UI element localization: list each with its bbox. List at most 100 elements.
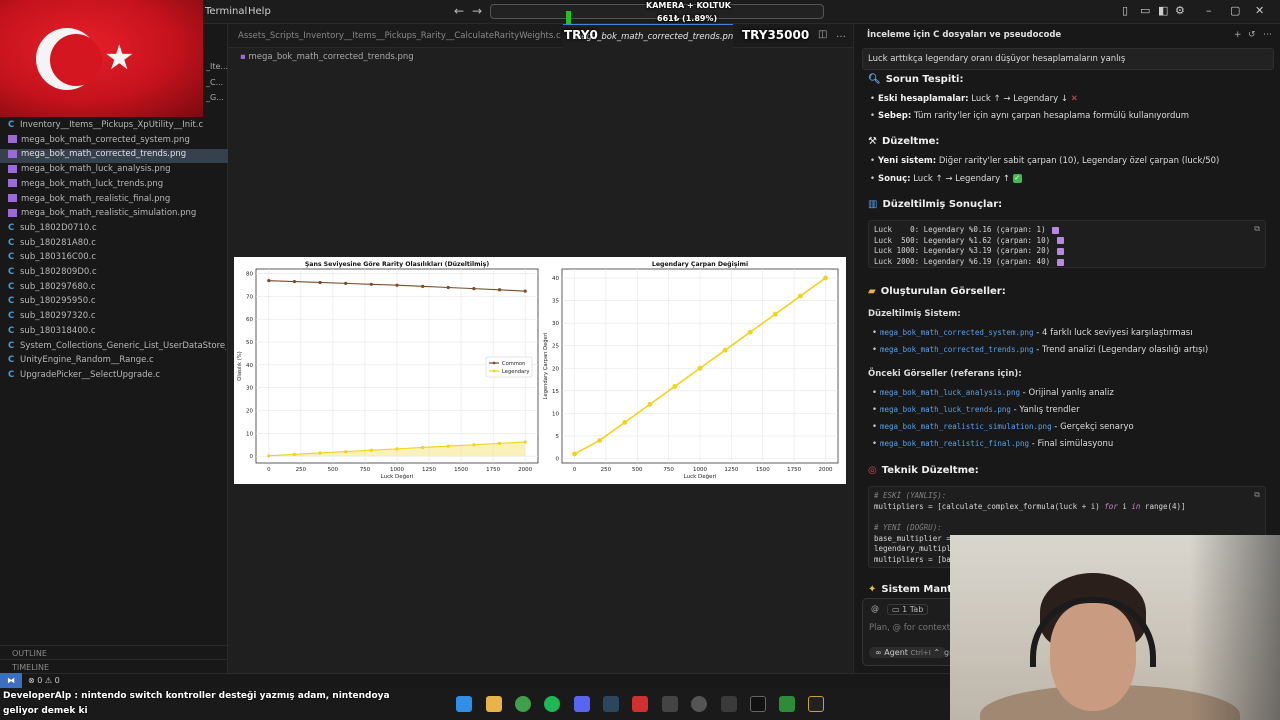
copy-icon[interactable]: ⧉: [1254, 224, 1260, 234]
explorer-item[interactable]: Csub_180318400.c: [8, 326, 226, 340]
maximize-icon[interactable]: ▢: [1230, 4, 1240, 17]
file-link[interactable]: mega_bok_math_luck_trends.png: [880, 405, 1011, 414]
toggle-panel-icon[interactable]: ▭: [1140, 4, 1150, 17]
layout-icon[interactable]: ◧: [1158, 4, 1168, 17]
file-link[interactable]: mega_bok_math_corrected_system.png: [880, 328, 1034, 337]
chart-icon: ▥: [868, 199, 878, 210]
donation-goal-title: KAMERA + KOLTUK: [646, 1, 732, 10]
cursor-app-icon[interactable]: [750, 696, 766, 712]
lightbulb-icon: ✦: [868, 584, 877, 595]
problems-counter[interactable]: ⊗ 0 ⚠ 0: [28, 676, 60, 685]
more-actions-icon[interactable]: …: [836, 29, 846, 40]
context-at-icon[interactable]: @: [871, 604, 879, 613]
chat-message-text: : nintendo switch kontroller desteği yaz…: [71, 691, 390, 701]
y-tick-label: 0: [250, 454, 254, 460]
breadcrumb-file[interactable]: mega_bok_math_corrected_trends.png: [248, 52, 413, 62]
data-point: [267, 454, 271, 458]
toggle-sidebar-icon[interactable]: ▯: [1122, 4, 1128, 17]
c-file-icon: C: [8, 355, 15, 366]
discord-icon[interactable]: [574, 696, 590, 712]
tab-context-chip[interactable]: ▭ 1 Tab: [887, 604, 929, 615]
obs-icon[interactable]: [691, 696, 707, 712]
remote-indicator-icon[interactable]: ⧓: [0, 673, 22, 688]
code-text: Luck 0: Legendary %0.16 (çarpan: 1): [874, 225, 1046, 234]
c-file-icon: C: [8, 296, 15, 307]
notepad-icon[interactable]: [779, 696, 795, 712]
explorer-item[interactable]: mega_bok_math_corrected_system.png: [8, 135, 226, 149]
code-text: i: [1117, 501, 1132, 511]
image-file-icon: [8, 164, 17, 173]
heading-text: Oluşturulan Görseller:: [880, 286, 1006, 297]
data-point: [572, 451, 577, 457]
explorer-item[interactable]: C System_Collections_Generic_List_UserDat…: [8, 341, 226, 355]
steam-icon[interactable]: [603, 696, 619, 712]
clipped-item[interactable]: _G...: [206, 93, 224, 102]
explorer-item-label: mega_bok_math_realistic_simulation.png: [21, 208, 197, 219]
tab-rarity-weights[interactable]: Assets_Scripts_Inventory__Items__Pickups…: [228, 24, 563, 48]
explorer-item[interactable]: mega_bok_math_luck_trends.png: [8, 179, 226, 193]
explorer-item[interactable]: mega_bok_math_corrected_trends.png: [0, 149, 228, 164]
app-red-icon[interactable]: [632, 696, 648, 712]
explorer-item[interactable]: Csub_180297320.c: [8, 311, 226, 325]
copy-icon[interactable]: ⧉: [1254, 490, 1260, 500]
file-link[interactable]: mega_bok_math_realistic_simulation.png: [880, 422, 1052, 431]
file-link[interactable]: mega_bok_math_realistic_final.png: [880, 439, 1029, 448]
webcam-feed: [950, 535, 1280, 720]
legend-marker: [492, 361, 496, 365]
clipped-item[interactable]: _C...: [206, 78, 223, 87]
clipped-item[interactable]: _Ite...: [206, 62, 228, 71]
minimize-icon[interactable]: –: [1206, 4, 1212, 17]
heading-text: Düzeltme:: [881, 136, 940, 147]
explorer-item[interactable]: mega_bok_math_realistic_final.png: [8, 194, 226, 208]
chat-username: DeveloperAlp: [3, 691, 72, 701]
explorer-item[interactable]: C UpgradePicker__SelectUpgrade.c: [8, 370, 226, 384]
chat-input-placeholder[interactable]: Plan, @ for context, /: [869, 623, 958, 633]
code-text: Luck 1000: Legendary %3.19 (çarpan: 20): [874, 246, 1051, 256]
c-file-icon: C: [8, 252, 15, 263]
explorer-item[interactable]: Csub_180295950.c: [8, 296, 226, 310]
close-window-icon[interactable]: ✕: [1255, 4, 1264, 17]
app-gray-icon[interactable]: [662, 696, 678, 712]
explorer-item-label: mega_bok_math_luck_trends.png: [21, 178, 164, 189]
game-icon[interactable]: [808, 696, 824, 712]
y-axis-label: Legendary Çarpan Değeri: [542, 333, 549, 400]
explorer-item[interactable]: mega_bok_math_realistic_simulation.png: [8, 208, 226, 222]
windows-start-icon[interactable]: [456, 696, 472, 712]
file-desc: - Final simülasyonu: [1029, 439, 1114, 449]
chat-title: İnceleme için C dosyaları ve pseudocode: [867, 30, 1062, 40]
split-editor-icon[interactable]: ◫: [818, 29, 827, 40]
explorer-item-label: mega_bok_math_corrected_system.png: [21, 134, 190, 145]
explorer-item[interactable]: C UnityEngine_Random__Range.c: [8, 355, 226, 369]
more-icon[interactable]: ⋯: [1263, 30, 1272, 40]
x-tick-label: 500: [328, 467, 339, 473]
code-comment: # ESKİ (YANLIŞ):: [874, 491, 947, 500]
explorer-item[interactable]: Csub_180316C00.c: [8, 252, 226, 266]
file-link[interactable]: mega_bok_math_corrected_trends.png: [880, 345, 1034, 354]
explorer-item[interactable]: Csub_180297680.c: [8, 282, 226, 296]
back-arrow-icon[interactable]: ←: [454, 4, 464, 18]
c-file-icon: C: [8, 281, 15, 292]
chrome-icon[interactable]: [515, 696, 531, 712]
explorer-item-label: Inventory__Items__Pickups_XpUtility__Ini…: [20, 120, 204, 130]
history-icon[interactable]: ↺: [1248, 30, 1256, 40]
file-link-item: mega_bok_math_corrected_system.png - 4 f…: [872, 328, 1193, 338]
file-link[interactable]: mega_bok_math_luck_analysis.png: [880, 388, 1020, 397]
agent-mode-selector[interactable]: ∞ Agent Ctrl+I ⌃: [869, 647, 947, 658]
c-file-icon: C: [8, 311, 15, 322]
menu-terminal[interactable]: Terminal: [205, 6, 247, 17]
explorer-item[interactable]: Csub_1802D0710.c: [8, 223, 226, 237]
explorer-item[interactable]: C Inventory__Items__Pickups_XpUtility__In…: [8, 120, 226, 134]
code-comment: # YENİ (DOĞRU):: [874, 523, 942, 533]
new-chat-icon[interactable]: +: [1234, 30, 1242, 40]
explorer-item[interactable]: Csub_180281A80.c: [8, 238, 226, 252]
settings-gear-icon[interactable]: ⚙: [1175, 4, 1185, 17]
app-tool-icon[interactable]: [721, 696, 737, 712]
file-explorer-icon[interactable]: [486, 696, 502, 712]
menu-help[interactable]: Help: [248, 6, 271, 17]
explorer-item[interactable]: mega_bok_math_luck_analysis.png: [8, 164, 226, 178]
outline-section[interactable]: OUTLINE: [0, 645, 228, 659]
explorer-item[interactable]: Csub_1802809D0.c: [8, 267, 226, 281]
forward-arrow-icon[interactable]: →: [472, 4, 482, 18]
timeline-section[interactable]: TIMELINE: [0, 659, 228, 673]
spotify-icon[interactable]: [544, 696, 560, 712]
